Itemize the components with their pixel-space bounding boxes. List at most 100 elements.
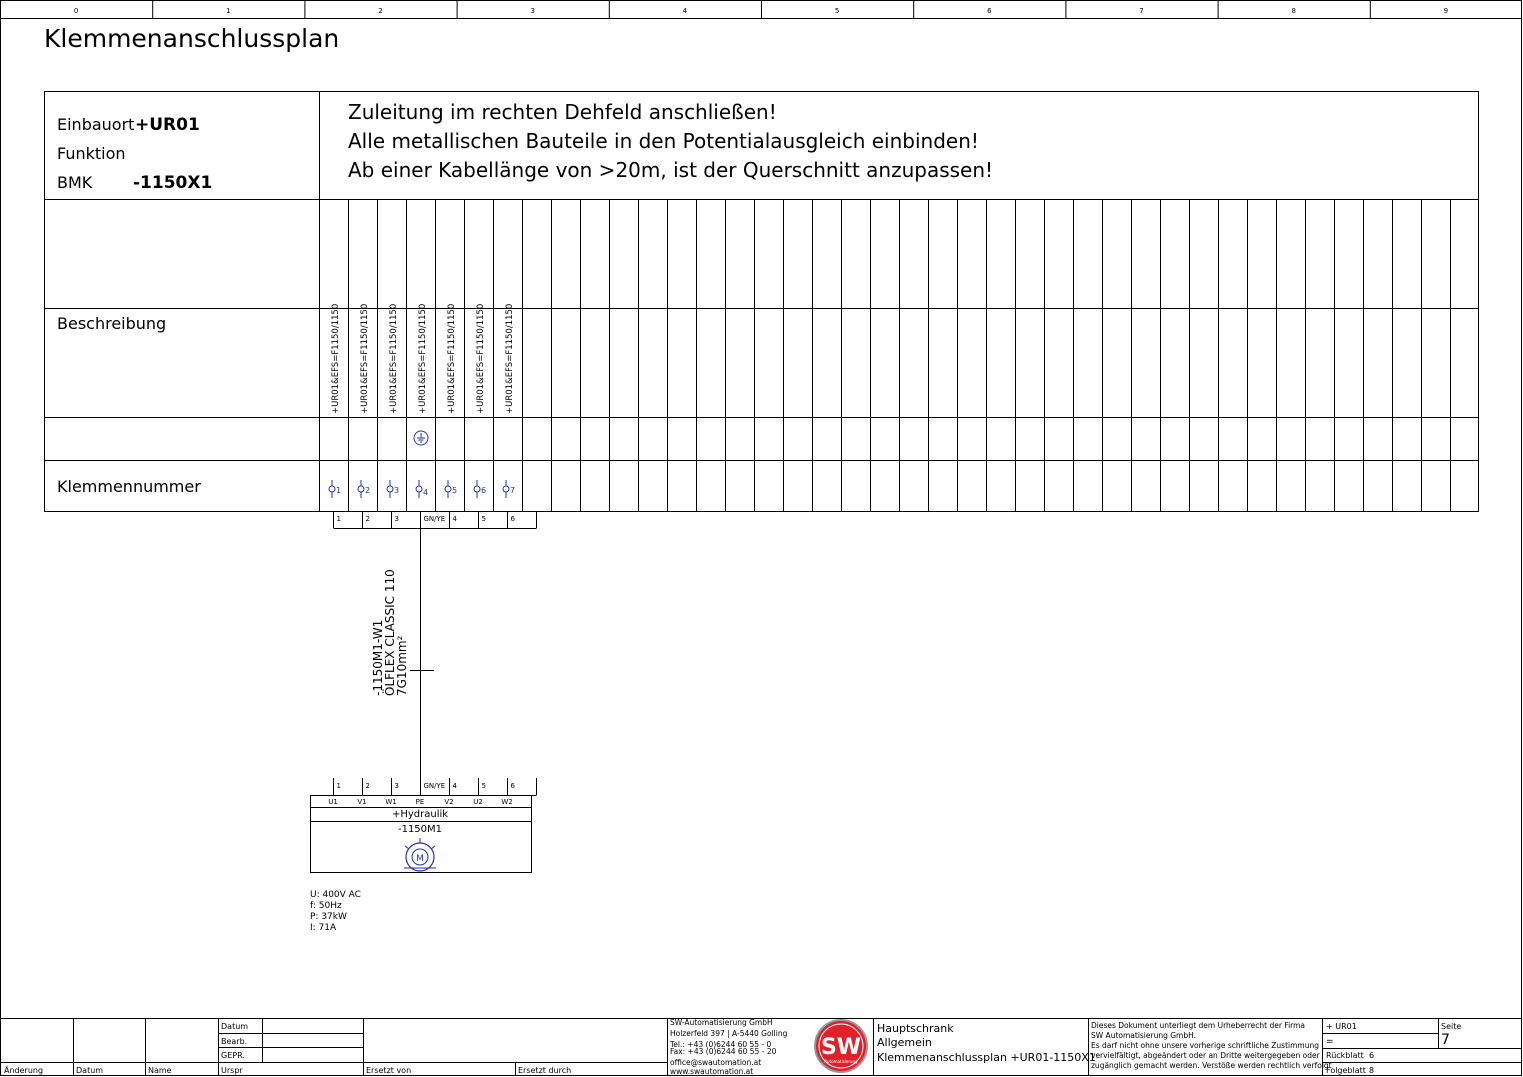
wire-core-label: 1 <box>337 782 341 790</box>
terminal-description: +UR01&EFS=F1150/1150 <box>331 304 341 414</box>
tb-gepr: GEPR. <box>221 1051 245 1060</box>
tb-aenderung: Änderung <box>4 1065 43 1075</box>
terminal-symbol-icon <box>415 480 423 498</box>
title-block: Datum Bearb. GEPR. Änderung Datum Name U… <box>0 1018 1522 1076</box>
terminal-number: 1 <box>336 486 341 495</box>
ruler-label: 2 <box>378 7 382 15</box>
copyright-line: Dieses Dokument unterliegt dem Urheberre… <box>1091 1021 1305 1030</box>
terminal-number: 7 <box>510 486 515 495</box>
motor-pin-label: W1 <box>385 798 396 806</box>
tb-ersetzt-durch: Ersetzt durch <box>518 1066 571 1075</box>
motor-bmk: -1150M1 <box>398 824 442 835</box>
motor-pin-label: U1 <box>328 798 338 806</box>
motor-spec: f: 50Hz <box>310 901 342 911</box>
terminal-number: 3 <box>394 486 399 495</box>
terminal-desc-text: +UR01&EFS=F1150/1150 <box>389 304 399 414</box>
tb-name: Name <box>148 1066 172 1075</box>
tb-datum2: Datum <box>76 1066 103 1075</box>
copyright-notice: Dieses Dokument unterliegt dem Urheberre… <box>1091 1021 1332 1070</box>
plan-line-3: Klemmenanschlussplan +UR01-1150X1 <box>877 1051 1096 1064</box>
cable-section: 7G10mm² <box>395 635 409 696</box>
terminal-description: +UR01&EFS=F1150/1150 <box>476 304 486 414</box>
terminal-desc-text: +UR01&EFS=F1150/1150 <box>418 304 428 414</box>
plan-line-2: Allgemein <box>877 1036 932 1049</box>
tb-bearb: Bearb. <box>221 1037 247 1046</box>
terminal-symbol-icon <box>473 480 481 498</box>
svg-text:M: M <box>416 854 424 864</box>
beschreibung-label: Beschreibung <box>57 314 166 333</box>
ruler-label: 0 <box>74 7 78 15</box>
tb-rueckblatt-label: Rückblatt <box>1326 1051 1364 1060</box>
logo-text: SW <box>821 1035 861 1060</box>
wire-core-label: 3 <box>395 515 399 523</box>
einbauort-value: +UR01 <box>135 115 200 135</box>
funktion-label: Funktion <box>57 144 126 163</box>
terminal-description: +UR01&EFS=F1150/1150 <box>505 304 515 414</box>
wire-core-label: 5 <box>482 515 486 523</box>
drawing-sheet: 0 1 2 3 4 5 6 7 8 9 Klemmenanschlussplan Einbauor… <box>0 0 1523 1077</box>
core-strip-bottom: 1 2 3 GN/YE 4 5 6 <box>333 778 537 796</box>
terminal-desc-text: +UR01&EFS=F1150/1150 <box>360 304 370 414</box>
tb-folgeblatt-value: 8 <box>1369 1066 1374 1075</box>
wire-core-label: 6 <box>511 782 516 790</box>
terminal-symbol-icon <box>502 480 510 498</box>
wire-core-label: 2 <box>366 515 370 523</box>
copyright-line: zugänglich gemacht werden. Verstöße werd… <box>1091 1061 1332 1070</box>
motor-pin-label: V1 <box>357 798 366 806</box>
company-line: office@swautomation.at <box>670 1058 761 1067</box>
tb-location-value: + UR01 <box>1326 1022 1357 1031</box>
ruler-label: 9 <box>1444 7 1448 15</box>
wire-core-label: 3 <box>395 782 399 790</box>
company-line: www.swautomation.at <box>670 1067 753 1076</box>
wire-core-label: 6 <box>511 515 516 523</box>
terminal-symbol-icon <box>444 480 452 498</box>
ruler-label: 3 <box>530 7 534 15</box>
tb-urspr: Urspr <box>221 1066 243 1075</box>
drawing-canvas: 0 1 2 3 4 5 6 7 8 9 Klemmenanschlussplan Einbauor… <box>0 0 1522 1076</box>
terminal-desc-text: +UR01&EFS=F1150/1150 <box>331 304 341 414</box>
cable-section-label: 7G10mm² <box>395 635 409 696</box>
bmk-label: BMK <box>57 173 93 192</box>
terminal-desc-text: +UR01&EFS=F1150/1150 <box>476 304 486 414</box>
logo-sub: Automatisierung <box>824 1059 858 1064</box>
tb-rueckblatt-value: 6 <box>1369 1051 1374 1060</box>
page-title: Klemmenanschlussplan <box>44 24 339 53</box>
motor-symbol-icon: M <box>404 838 436 872</box>
terminal-description: +UR01&EFS=F1150/1150 <box>447 304 457 414</box>
wire-core-label: 5 <box>482 782 486 790</box>
plan-line-1: Hauptschrank <box>877 1022 954 1035</box>
motor-spec: I: 71A <box>310 923 337 933</box>
terminal-symbol-icon <box>357 480 365 498</box>
terminal-description: +UR01&EFS=F1150/1150 <box>360 304 370 414</box>
tb-folgeblatt-label: Folgeblatt <box>1326 1066 1366 1075</box>
core-strip-top: 1 2 3 GN/YE 4 5 6 <box>333 511 537 529</box>
wire-core-label: 1 <box>337 515 341 523</box>
copyright-line: Es darf nicht ohne unsere vorherige schr… <box>1091 1041 1319 1050</box>
terminal-number: 5 <box>452 486 457 495</box>
tb-ersetzt-von: Ersetzt von <box>366 1066 411 1075</box>
motor-spec: U: 400V AC <box>310 890 361 900</box>
motor-spec: P: 37kW <box>310 912 347 922</box>
copyright-line: vervielfältigt, abgeändert oder an Dritt… <box>1091 1051 1321 1060</box>
tb-datum: Datum <box>221 1022 248 1031</box>
motor-box: U1 V1 W1 PE V2 U2 W2 +Hydraulik -1150M1 M <box>310 795 532 873</box>
company-address: SW-Automatisierung GmbH Holzerfeld 397 | … <box>669 1018 788 1076</box>
ruler-label: 1 <box>226 7 230 15</box>
note-line-3: Ab einer Kabellänge von >20m, ist der Qu… <box>348 158 993 182</box>
tb-seite-label: Seite <box>1441 1022 1461 1031</box>
terminal-symbol-icon <box>386 480 394 498</box>
column-ruler: 0 1 2 3 4 5 6 7 8 9 <box>0 0 1522 19</box>
terminal-cells: +UR01&EFS=F1150/1150 1 +UR01&EFS=F1150/115… <box>328 304 515 498</box>
wire-core-label: 4 <box>453 515 458 523</box>
ruler-label: 4 <box>683 7 688 15</box>
motor-pin-label: U2 <box>473 798 483 806</box>
wire-core-label: GN/YE <box>424 782 446 790</box>
note-line-2: Alle metallischen Bauteile in den Potent… <box>348 129 979 153</box>
terminal-number: 2 <box>365 486 370 495</box>
terminal-desc-text: +UR01&EFS=F1150/1150 <box>505 304 515 414</box>
terminal-symbol-icon <box>328 480 336 498</box>
wire-core-label: GN/YE <box>424 515 446 523</box>
tb-eq: = <box>1326 1037 1334 1047</box>
ground-icon <box>413 430 429 446</box>
terminal-description: +UR01&EFS=F1150/1150 <box>418 304 428 414</box>
